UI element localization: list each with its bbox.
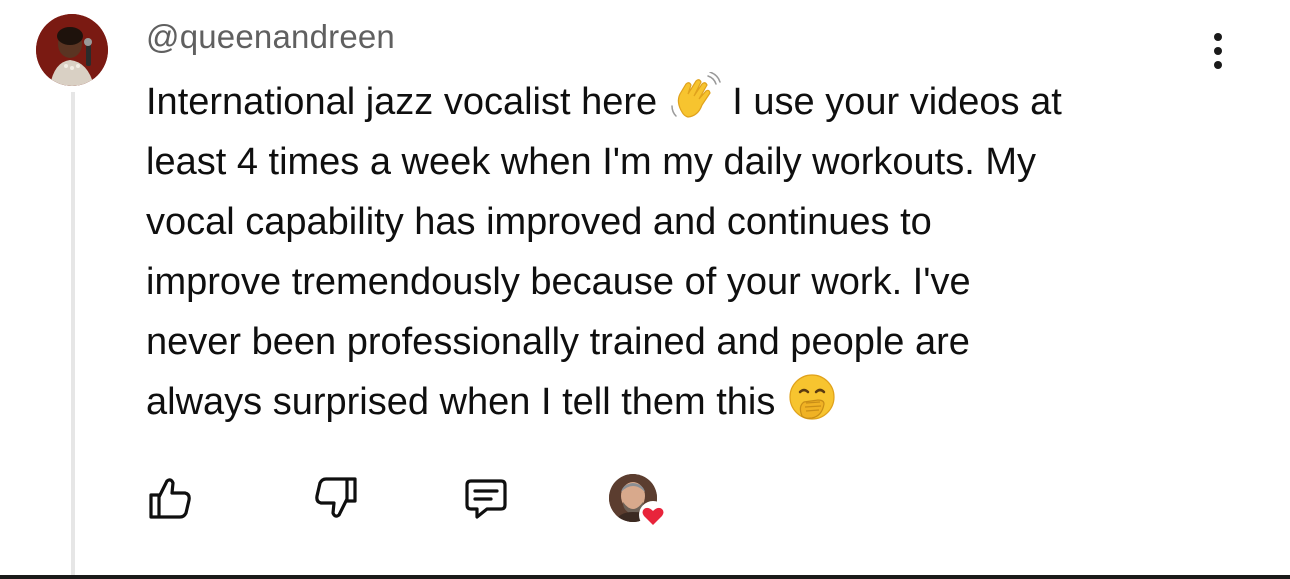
waving-hand-icon (668, 71, 722, 122)
comment-card: @queenandreen International jazz vocalis… (0, 0, 1290, 579)
comment-line: never been professionally trained and pe… (146, 321, 970, 363)
comment-line: vocal capability has improved and contin… (146, 201, 932, 243)
thumbs-up-icon (149, 478, 191, 519)
more-options-dot (1214, 47, 1222, 55)
reply-button[interactable] (458, 470, 514, 526)
comment-line: International jazz vocalist here I use y… (146, 71, 1206, 132)
comment-line: improve tremendously because of your wor… (146, 261, 971, 303)
bottom-divider (0, 575, 1290, 579)
avatar[interactable] (36, 14, 108, 86)
comment-reply-icon (465, 479, 507, 519)
creator-heart (606, 472, 672, 532)
comment-line-text: I use your videos at (732, 81, 1062, 123)
face-with-hand-over-mouth-icon (786, 372, 840, 422)
more-options-button[interactable] (1202, 30, 1234, 72)
dislike-button[interactable] (308, 470, 364, 526)
author-handle[interactable]: @queenandreen (146, 18, 395, 56)
thumbs-down-icon (315, 477, 357, 518)
comment-line-text: always surprised when I tell them this (146, 381, 776, 423)
comment-line: least 4 times a week when I'm my daily w… (146, 141, 1036, 183)
comment-line: always surprised when I tell them this (146, 372, 1206, 432)
comment-actions (0, 470, 1290, 530)
avatar-image (36, 14, 108, 86)
more-options-icon (1214, 33, 1222, 41)
like-button[interactable] (142, 470, 198, 526)
comment-line-text: International jazz vocalist here (146, 81, 658, 123)
comment-text: International jazz vocalist here I use y… (146, 71, 1206, 432)
more-options-dot (1214, 61, 1222, 69)
heart-icon (638, 500, 668, 530)
